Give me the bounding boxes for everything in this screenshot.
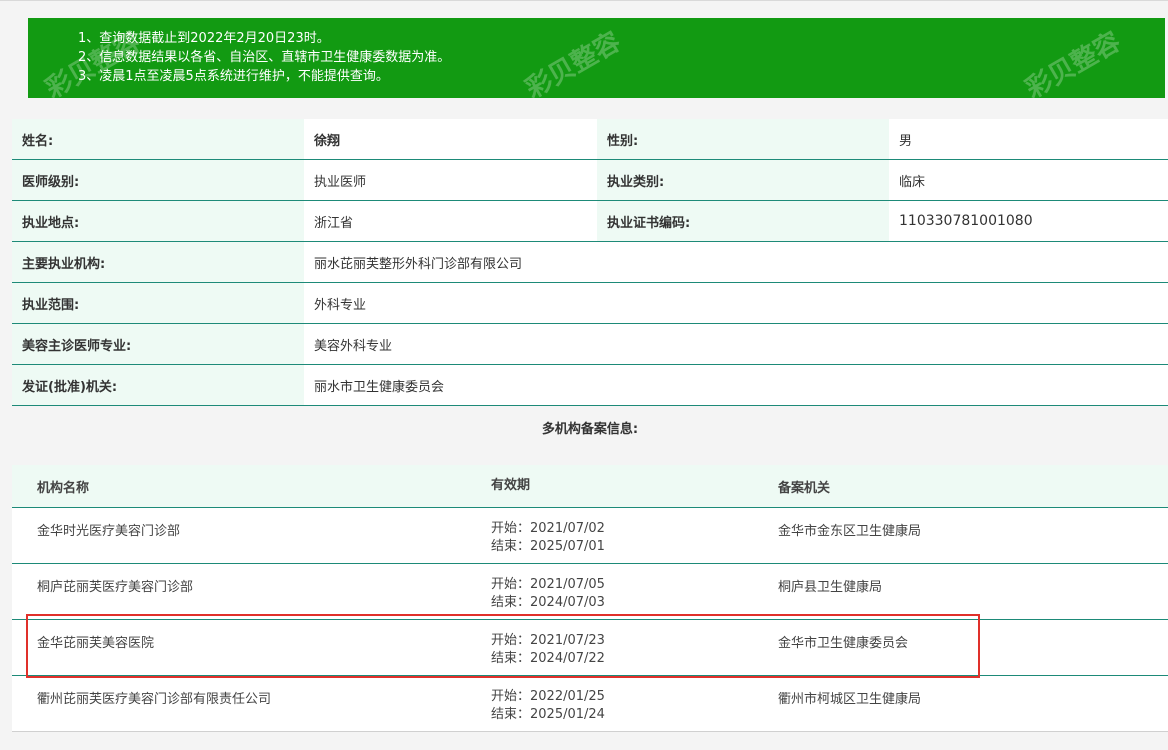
profile-row-level: 医师级别: 执业医师 执业类别: 临床 — [12, 160, 1168, 201]
validity-start: 开始：2021/07/23 — [491, 633, 605, 648]
main-org-value: 丽水芘丽芙整形外科门诊部有限公司 — [304, 242, 1168, 282]
header-validity: 有效期 — [491, 478, 531, 493]
cosmetic-label: 美容主诊医师专业: — [12, 324, 304, 364]
agency-cell: 桐庐县卫生健康局 — [778, 580, 883, 595]
validity-end: 结束：2024/07/03 — [491, 595, 605, 610]
validity-start: 开始：2021/07/05 — [491, 577, 605, 592]
gender-label: 性别: — [597, 119, 889, 159]
org-name-cell: 金华芘丽芙美容医院 — [37, 636, 155, 651]
table-row: 桐庐芘丽芙医疗美容门诊部 开始：2021/07/05 结束：2024/07/03… — [12, 564, 1168, 620]
cert-value: 110330781001080 — [889, 201, 1168, 241]
gender-value: 男 — [889, 119, 1168, 159]
issuer-label: 发证(批准)机关: — [12, 365, 304, 405]
validity-end: 结束：2025/01/24 — [491, 707, 605, 722]
validity-start: 开始：2022/01/25 — [491, 689, 605, 704]
profile-row-issuer: 发证(批准)机关: 丽水市卫生健康委员会 — [12, 365, 1168, 406]
main-org-label: 主要执业机构: — [12, 242, 304, 282]
agency-cell: 金华市金东区卫生健康局 — [778, 524, 922, 539]
level-value: 执业医师 — [304, 160, 597, 200]
org-name-cell: 桐庐芘丽芙医疗美容门诊部 — [37, 580, 194, 595]
scope-label: 执业范围: — [12, 283, 304, 323]
profile-row-name: 姓名: 徐翔 性别: 男 — [12, 119, 1168, 160]
org-name-cell: 金华时光医疗美容门诊部 — [37, 524, 181, 539]
agency-cell: 衢州市柯城区卫生健康局 — [778, 692, 922, 707]
doctor-profile-table: 姓名: 徐翔 性别: 男 医师级别: 执业医师 执业类别: 临床 执业地点: 浙… — [12, 119, 1168, 406]
category-value: 临床 — [889, 160, 1168, 200]
validity-cell: 开始：2021/07/05 结束：2024/07/03 — [491, 564, 778, 619]
table-row: 金华芘丽芙美容医院 开始：2021/07/23 结束：2024/07/22 金华… — [12, 620, 1168, 676]
name-label: 姓名: — [12, 119, 304, 159]
validity-end: 结束：2025/07/01 — [491, 539, 605, 554]
cosmetic-value: 美容外科专业 — [304, 324, 1168, 364]
level-label: 医师级别: — [12, 160, 304, 200]
validity-end: 结束：2024/07/22 — [491, 651, 605, 666]
agency-cell: 金华市卫生健康委员会 — [778, 636, 909, 651]
profile-row-location: 执业地点: 浙江省 执业证书编码: 110330781001080 — [12, 201, 1168, 242]
profile-row-scope: 执业范围: 外科专业 — [12, 283, 1168, 324]
multi-org-table: 机构名称 有效期 备案机关 金华时光医疗美容门诊部 开始：2021/07/02 … — [12, 465, 1168, 732]
cert-label: 执业证书编码: — [597, 201, 889, 241]
validity-cell: 开始：2021/07/02 结束：2025/07/01 — [491, 508, 778, 563]
profile-row-main-org: 主要执业机构: 丽水芘丽芙整形外科门诊部有限公司 — [12, 242, 1168, 283]
org-name-cell: 衢州芘丽芙医疗美容门诊部有限责任公司 — [37, 692, 272, 707]
validity-start: 开始：2021/07/02 — [491, 521, 605, 536]
notice-line-2: 2、信息数据结果以各省、自治区、直辖市卫生健康委数据为准。 — [78, 50, 451, 65]
scope-value: 外科专业 — [304, 283, 1168, 323]
top-divider — [0, 0, 1168, 1]
name-value: 徐翔 — [304, 119, 597, 159]
multi-org-title: 多机构备案信息: — [541, 421, 639, 437]
location-value: 浙江省 — [304, 201, 597, 241]
header-agency: 备案机关 — [778, 480, 831, 496]
table-header: 机构名称 有效期 备案机关 — [12, 465, 1168, 508]
table-row: 衢州芘丽芙医疗美容门诊部有限责任公司 开始：2022/01/25 结束：2025… — [12, 676, 1168, 732]
issuer-value: 丽水市卫生健康委员会 — [304, 365, 1168, 405]
validity-cell: 开始：2022/01/25 结束：2025/01/24 — [491, 676, 778, 731]
notice-line-1: 1、查询数据截止到2022年2月20日23时。 — [78, 31, 330, 46]
category-label: 执业类别: — [597, 160, 889, 200]
validity-cell: 开始：2021/07/23 结束：2024/07/22 — [491, 620, 778, 675]
table-row: 金华时光医疗美容门诊部 开始：2021/07/02 结束：2025/07/01 … — [12, 508, 1168, 564]
notice-banner: 1、查询数据截止到2022年2月20日23时。 2、信息数据结果以各省、自治区、… — [28, 18, 1165, 98]
profile-row-cosmetic: 美容主诊医师专业: 美容外科专业 — [12, 324, 1168, 365]
location-label: 执业地点: — [12, 201, 304, 241]
header-org-name: 机构名称 — [37, 480, 90, 496]
notice-line-3: 3、凌晨1点至凌晨5点系统进行维护，不能提供查询。 — [78, 69, 389, 84]
